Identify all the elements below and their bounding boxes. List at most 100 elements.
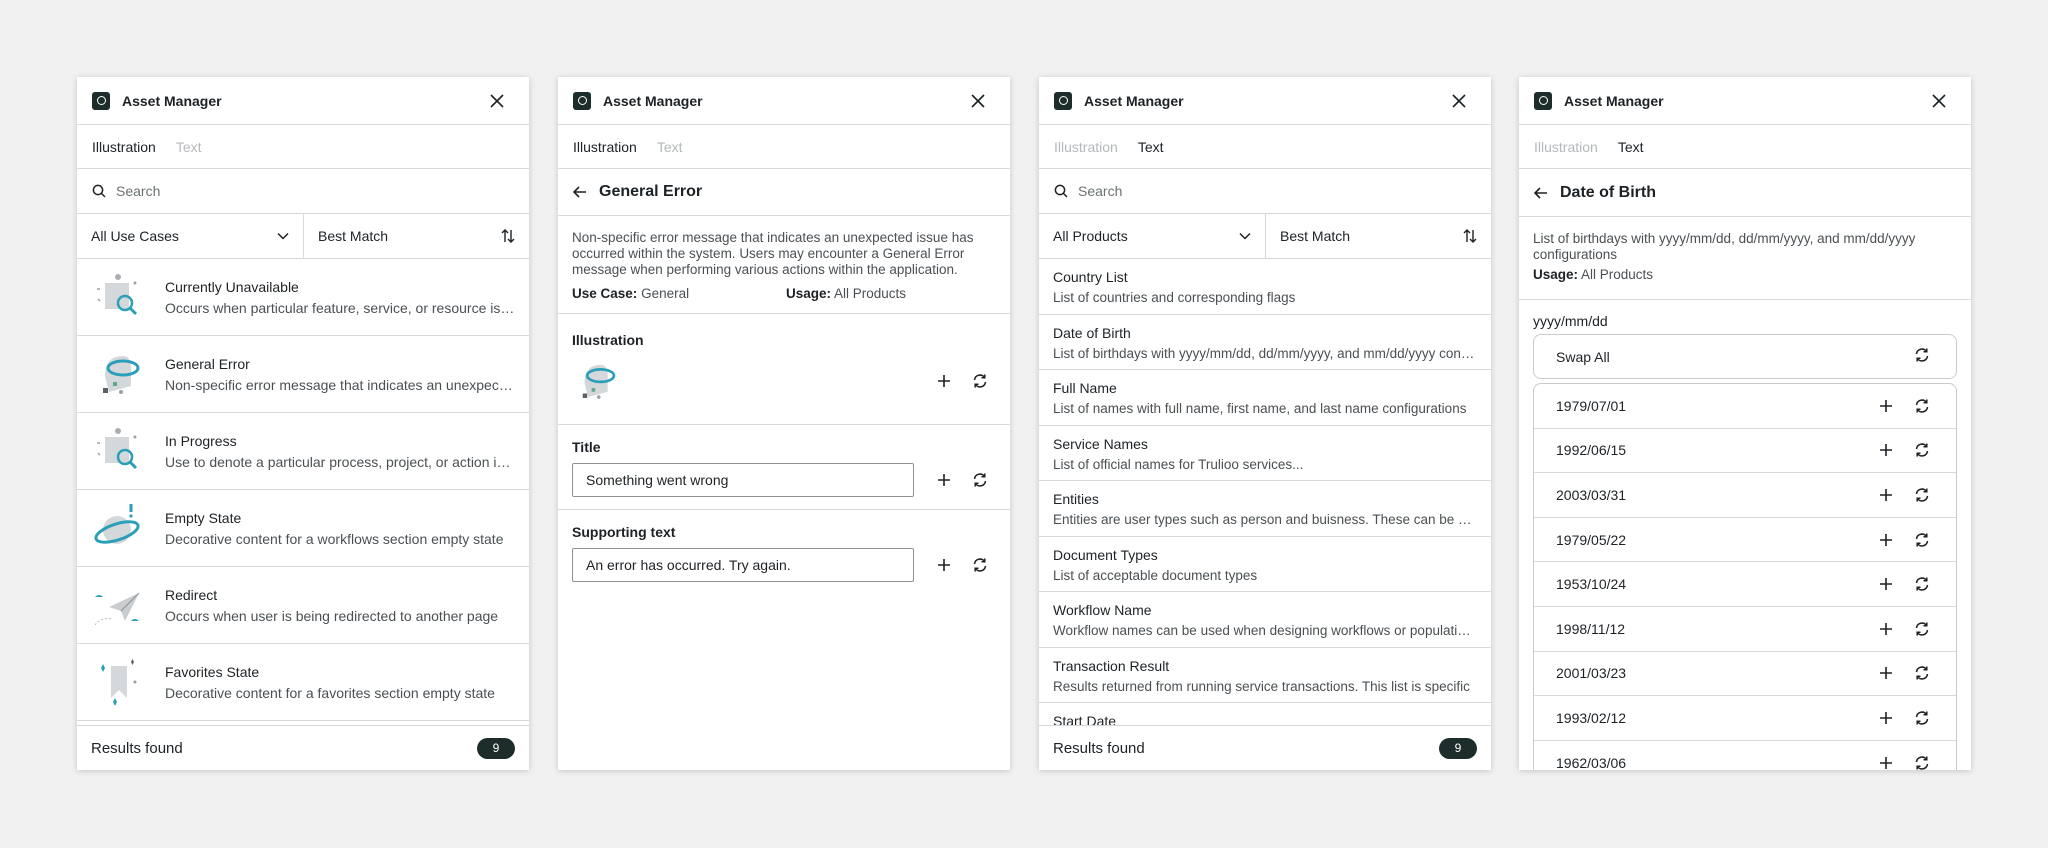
add-icon[interactable] bbox=[1876, 708, 1896, 728]
refresh-icon[interactable] bbox=[1912, 485, 1932, 505]
list-item[interactable]: Empty State Decorative content for a wor… bbox=[77, 490, 529, 567]
search-icon bbox=[92, 184, 106, 198]
add-icon[interactable] bbox=[934, 555, 954, 575]
use-case-value: All Use Cases bbox=[91, 228, 179, 244]
refresh-icon[interactable] bbox=[1912, 663, 1932, 683]
search-input[interactable]: Search bbox=[77, 169, 529, 214]
back-button[interactable]: Date of Birth bbox=[1519, 169, 1971, 217]
list-item[interactable]: Favorites State Decorative content for a… bbox=[77, 644, 529, 721]
panel-header: Asset Manager bbox=[1519, 77, 1971, 125]
add-icon[interactable] bbox=[1876, 574, 1896, 594]
tab-illustration[interactable]: Illustration bbox=[92, 139, 156, 155]
tab-illustration[interactable]: Illustration bbox=[1534, 139, 1598, 155]
paper-plane-illustration-icon bbox=[94, 592, 140, 626]
list-item[interactable]: Country List List of countries and corres… bbox=[1039, 259, 1491, 315]
add-icon[interactable] bbox=[1876, 663, 1896, 683]
item-description: Occurs when particular feature, service,… bbox=[165, 299, 515, 316]
add-icon[interactable] bbox=[1876, 485, 1896, 505]
row-actions bbox=[1876, 440, 1932, 460]
date-list: 1979/07/01 1992/06/15 2003/03/31 1979/05/22… bbox=[1533, 383, 1957, 770]
use-case-value: General bbox=[641, 286, 690, 301]
row-actions bbox=[1876, 485, 1932, 505]
planet-illustration-icon bbox=[94, 504, 140, 544]
date-row: 1979/05/22 bbox=[1534, 518, 1956, 563]
results-label: Results found bbox=[1053, 739, 1145, 757]
bookmark-illustration-icon bbox=[101, 659, 137, 706]
search-input[interactable]: Search bbox=[1039, 169, 1491, 214]
sort-dropdown[interactable]: Best Match bbox=[303, 214, 529, 258]
results-footer: Results found 9 bbox=[77, 725, 529, 770]
product-dropdown[interactable]: All Products bbox=[1039, 214, 1265, 258]
list-item[interactable]: Service Names List of official names for … bbox=[1039, 426, 1491, 481]
item-description: Workflow names can be used when designin… bbox=[1053, 623, 1477, 638]
list-item[interactable]: Transaction Result Results returned from … bbox=[1039, 648, 1491, 703]
refresh-icon[interactable] bbox=[970, 371, 990, 391]
list-item[interactable]: Workflow Name Workflow names can be used … bbox=[1039, 592, 1491, 648]
back-button[interactable]: General Error bbox=[558, 169, 1010, 216]
item-title: Workflow Name bbox=[1053, 602, 1152, 618]
add-icon[interactable] bbox=[934, 371, 954, 391]
detail-description: List of birthdays with yyyy/mm/dd, dd/mm… bbox=[1533, 231, 1916, 262]
tab-illustration[interactable]: Illustration bbox=[1054, 139, 1118, 155]
add-icon[interactable] bbox=[1876, 753, 1896, 770]
supporting-text-value: An error has occurred. Try again. bbox=[586, 557, 791, 573]
refresh-icon[interactable] bbox=[1912, 753, 1932, 770]
close-icon[interactable] bbox=[486, 90, 508, 112]
title-label: Title bbox=[572, 439, 601, 455]
refresh-icon[interactable] bbox=[1912, 619, 1932, 639]
title-field[interactable]: Something went wrong bbox=[572, 463, 914, 497]
refresh-icon[interactable] bbox=[1912, 440, 1932, 460]
add-icon[interactable] bbox=[1876, 619, 1896, 639]
refresh-icon[interactable] bbox=[1912, 530, 1932, 550]
list-item[interactable]: Currently Unavailable Occurs when partic… bbox=[77, 259, 529, 336]
tab-text[interactable]: Text bbox=[657, 139, 683, 155]
tab-text[interactable]: Text bbox=[176, 139, 202, 155]
list-item[interactable]: Date of Birth List of birthdays with yyyy… bbox=[1039, 315, 1491, 370]
results-count-badge: 9 bbox=[477, 737, 515, 759]
add-icon[interactable] bbox=[1876, 530, 1896, 550]
date-value: 2001/03/23 bbox=[1556, 665, 1627, 682]
supporting-text-field[interactable]: An error has occurred. Try again. bbox=[572, 548, 914, 582]
sort-icon bbox=[501, 229, 515, 243]
list-item[interactable]: General Error Non-specific error message… bbox=[77, 336, 529, 413]
app-title: Asset Manager bbox=[122, 92, 222, 109]
tab-bar: Illustration Text bbox=[1519, 125, 1971, 169]
app-logo-icon bbox=[92, 91, 110, 110]
add-icon[interactable] bbox=[1876, 396, 1896, 416]
date-row: 1979/07/01 bbox=[1534, 384, 1956, 429]
swap-all-button[interactable]: Swap All bbox=[1533, 334, 1957, 379]
item-title: Redirect bbox=[165, 586, 218, 603]
item-description: Results returned from running service tr… bbox=[1053, 678, 1470, 694]
sort-value: Best Match bbox=[318, 228, 389, 244]
use-case-dropdown[interactable]: All Use Cases bbox=[77, 214, 303, 258]
sort-dropdown[interactable]: Best Match bbox=[1265, 214, 1491, 258]
refresh-icon[interactable] bbox=[1912, 708, 1932, 728]
list-item[interactable]: Full Name List of names with full name, f… bbox=[1039, 370, 1491, 426]
tab-text[interactable]: Text bbox=[1138, 139, 1164, 155]
add-icon[interactable] bbox=[934, 470, 954, 490]
list-item[interactable]: Document Types List of acceptable documen… bbox=[1039, 537, 1491, 592]
item-description: Decorative content for a favorites secti… bbox=[165, 684, 495, 701]
tab-illustration[interactable]: Illustration bbox=[573, 139, 637, 155]
close-icon[interactable] bbox=[1448, 90, 1470, 112]
close-icon[interactable] bbox=[1928, 90, 1950, 112]
list-item[interactable]: Entities Entities are user types such as … bbox=[1039, 481, 1491, 537]
illustration-section: Illustration bbox=[558, 318, 1010, 425]
tab-text[interactable]: Text bbox=[1618, 139, 1644, 155]
close-icon[interactable] bbox=[967, 90, 989, 112]
product-value: All Products bbox=[1053, 228, 1128, 244]
date-row: 2003/03/31 bbox=[1534, 473, 1956, 518]
row-actions bbox=[1876, 530, 1932, 550]
refresh-icon[interactable] bbox=[970, 555, 990, 575]
supporting-text-section: Supporting text An error has occurred. T… bbox=[558, 510, 1010, 595]
list-item[interactable]: Redirect Occurs when user is being redir… bbox=[77, 567, 529, 644]
add-icon[interactable] bbox=[1876, 440, 1896, 460]
list-item[interactable]: In Progress Use to denote a particular p… bbox=[77, 413, 529, 490]
list-item[interactable]: Start Date bbox=[1039, 703, 1491, 725]
refresh-icon[interactable] bbox=[1912, 574, 1932, 594]
refresh-icon[interactable] bbox=[1912, 396, 1932, 416]
row-actions bbox=[1876, 396, 1932, 416]
usage-label: Usage: bbox=[1533, 267, 1579, 282]
row-actions bbox=[1876, 663, 1932, 683]
refresh-icon[interactable] bbox=[970, 470, 990, 490]
